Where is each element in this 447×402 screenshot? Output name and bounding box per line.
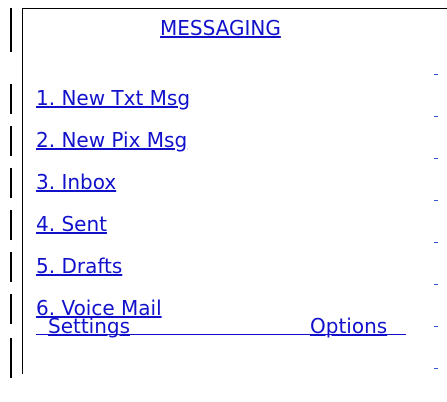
messaging-title-link[interactable]: MESSAGING (160, 14, 281, 42)
left-gutter-segment (10, 210, 12, 240)
right-edge-tick (434, 368, 438, 369)
screen-left-border (22, 8, 23, 374)
options-softkey[interactable]: Options (310, 312, 387, 340)
right-edge-tick (434, 200, 438, 201)
settings-softkey[interactable]: Settings (48, 312, 130, 340)
left-gutter-segment (10, 252, 12, 282)
left-gutter-segment (10, 8, 12, 52)
left-gutter-segment (10, 84, 12, 114)
left-gutter-segment (10, 126, 12, 156)
left-gutter-segment (10, 338, 12, 378)
left-gutter-segment (10, 168, 12, 198)
menu-item-sent[interactable]: 4. Sent (36, 210, 107, 238)
cropped-banner-graphic: ▀▀▀▀ ▀▀▀▀▀▀ ▀▀▀▀ (0, 0, 447, 8)
phone-screen: ▀▀▀▀ ▀▀▀▀▀▀ ▀▀▀▀ MESSAGING 1. New Txt Ms… (0, 0, 447, 402)
screen-top-border (22, 8, 447, 9)
right-edge-tick (434, 158, 438, 159)
right-edge-tick (434, 242, 438, 243)
menu-item-new-pix-msg[interactable]: 2. New Pix Msg (36, 126, 187, 154)
right-edge-tick (434, 116, 438, 117)
right-edge-tick (434, 284, 438, 285)
menu-item-inbox[interactable]: 3. Inbox (36, 168, 116, 196)
right-edge-tick (434, 74, 438, 75)
menu-item-new-txt-msg[interactable]: 1. New Txt Msg (36, 84, 190, 112)
left-gutter-segment (10, 294, 12, 324)
menu-item-drafts[interactable]: 5. Drafts (36, 252, 122, 280)
right-edge-tick (434, 326, 438, 327)
